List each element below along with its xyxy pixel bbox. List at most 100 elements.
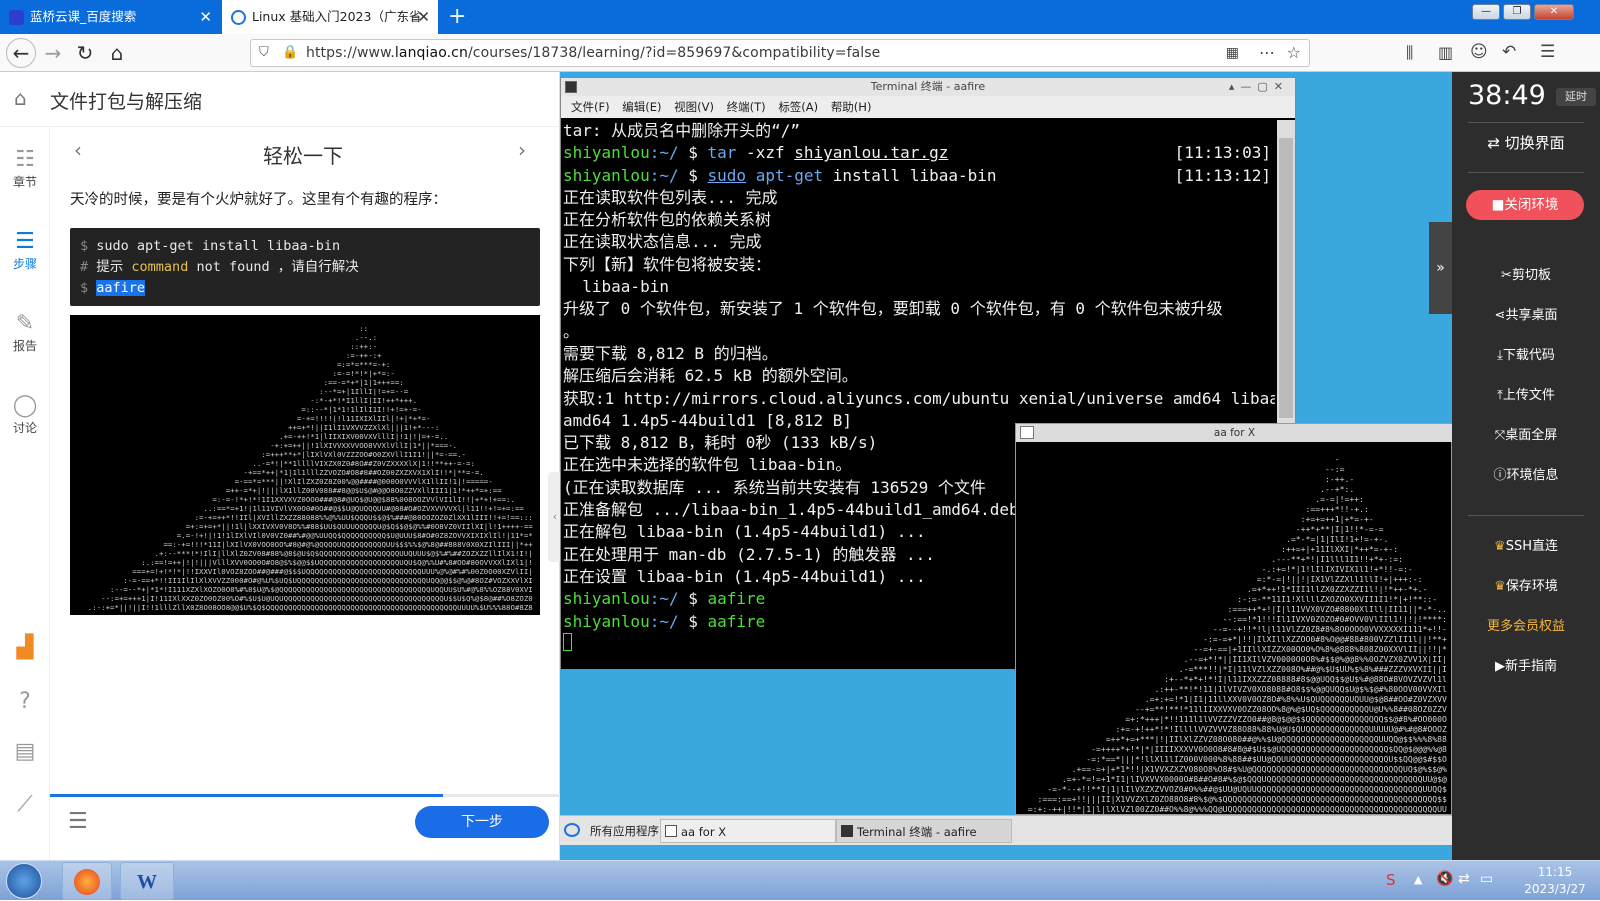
tray-expand-icon[interactable]: ▲ <box>1414 873 1422 886</box>
reload-button[interactable]: ↻ <box>72 40 98 66</box>
document-icon: ▤ <box>14 739 36 764</box>
menu-help[interactable]: 帮助(H) <box>831 100 872 114</box>
step-title: 轻松一下 <box>263 144 343 168</box>
restore-button[interactable]: ❐ <box>1503 4 1531 20</box>
aafire-screenshot-image: :: .--.:::++:-:=-++-:+ =:=*=***=-+::=… <box>70 315 540 615</box>
library-icon[interactable]: ⫼ <box>1406 43 1413 63</box>
more-actions-icon[interactable]: ⋯ <box>1259 43 1275 62</box>
switch-view-button[interactable]: ⇄ 切换界面 <box>1452 128 1600 158</box>
close-icon[interactable]: ✕ <box>199 0 212 34</box>
nav-doc[interactable]: ▤ <box>0 739 50 765</box>
stop-icon: ■ <box>1491 197 1505 213</box>
clipboard-button[interactable]: ✂剪切板 <box>1452 264 1600 283</box>
course-header: ⌂ 文件打包与解压缩 <box>0 72 560 127</box>
course-side-nav: ☷ 章节 ☰ 步骤 ✎ 报告 ◯ 讨论 ▟ ? ▤ ⟋ <box>0 127 50 860</box>
window-controls-icon[interactable]: ▴—▢✕ <box>1229 78 1289 96</box>
tab-lanqiao-course[interactable]: Linux 基础入门2023（广东省 ✕ <box>222 0 438 34</box>
info-icon: ⓘ <box>1493 468 1507 483</box>
code-line: $ sudo apt-get install libaa-bin <box>80 238 341 254</box>
close-window-button[interactable]: ✕ <box>1534 4 1574 20</box>
menu-file[interactable]: 文件(F) <box>571 100 610 114</box>
guide-button[interactable]: ▶新手指南 <box>1452 655 1600 674</box>
lanqiao-cloud-icon <box>231 10 246 25</box>
sidebar-icon[interactable]: ▥ <box>1438 43 1453 62</box>
remote-desktop[interactable]: Terminal 终端 - aafire ▴—▢✕ 文件(F) 编辑(E) 视图… <box>560 72 1453 860</box>
nav-steps[interactable]: ☰ 步骤 <box>0 229 50 272</box>
steps-icon: ☰ <box>15 229 35 254</box>
taskbar-item-aa-for-x[interactable]: aa for X <box>660 819 836 843</box>
system-clock[interactable]: 11:15 2023/3/27 <box>1510 864 1600 898</box>
more-vip-link[interactable]: 更多会员权益 <box>1452 615 1600 634</box>
qr-code-icon[interactable]: ▦ <box>1226 45 1239 61</box>
save-env-button[interactable]: ♛保存环境 <box>1452 575 1600 594</box>
aa-for-x-window[interactable]: aa for X - --:=:-++.- .--+*:. .=-=|!=++… <box>1015 423 1453 815</box>
help-icon: ? <box>19 689 31 714</box>
course-footer: ☰ 下一步 <box>50 797 560 860</box>
share-desktop-button[interactable]: ⋖共享桌面 <box>1452 304 1600 323</box>
divider <box>1468 515 1584 516</box>
menu-terminal[interactable]: 终端(T) <box>727 100 766 114</box>
shield-icon[interactable]: ⛉ <box>259 45 269 60</box>
nav-discuss[interactable]: ◯ 讨论 <box>0 393 50 436</box>
account-icon[interactable]: ☺ <box>1470 42 1488 62</box>
bookmark-star-icon[interactable]: ☆ <box>1287 43 1301 62</box>
browser-tab-bar: 蓝桥云课_百度搜索 ✕ Linux 基础入门2023（广东省 ✕ + — ❐ ✕ <box>0 0 1600 34</box>
xfce-taskbar: 所有应用程序 aa for X Terminal 终端 - aafire <box>560 815 1452 845</box>
delay-button[interactable]: 延时 <box>1556 88 1596 106</box>
course-page: ⌂ 文件打包与解压缩 ☷ 章节 ☰ 步骤 ✎ 报告 ◯ 讨论 ▟ ? ▤ ⟋ ‹ 轻松一… <box>0 72 562 860</box>
nav-chapter[interactable]: ☷ 章节 <box>0 147 50 190</box>
step-bar: ‹ 轻松一下 › <box>68 132 538 172</box>
menu-edit[interactable]: 编辑(E) <box>622 100 661 114</box>
undo-icon[interactable]: ↶ <box>1502 42 1516 62</box>
new-tab-button[interactable]: + <box>448 4 466 29</box>
fullscreen-button[interactable]: ⤧桌面全屏 <box>1452 424 1600 443</box>
step-intro: 天冷的时候，要是有个火炉就好了。这里有个有趣的程序： <box>70 192 447 208</box>
nav-rank[interactable]: ▟ <box>0 635 50 661</box>
menu-icon[interactable]: ☰ <box>1540 42 1555 62</box>
display-icon[interactable]: ▭ <box>1480 871 1493 887</box>
menu-tabs[interactable]: 标签(A) <box>778 100 818 114</box>
x-app-icon <box>1020 426 1034 439</box>
lock-icon[interactable]: 🔒 <box>282 45 298 60</box>
close-env-button[interactable]: ■关闭环境 <box>1466 190 1584 220</box>
expand-panel-button[interactable]: » <box>1429 222 1452 314</box>
list-icon[interactable]: ☰ <box>68 809 88 834</box>
menu-view[interactable]: 视图(V) <box>674 100 714 114</box>
tab-baidu-search[interactable]: 蓝桥云课_百度搜索 ✕ <box>0 0 220 34</box>
minimize-button[interactable]: — <box>1472 4 1500 20</box>
next-step-icon[interactable]: › <box>518 138 526 162</box>
fullscreen-icon: ⤧ <box>1494 428 1506 443</box>
word-taskbar-icon[interactable]: W <box>120 862 174 900</box>
session-timer: 38:49 <box>1468 80 1546 111</box>
all-apps-menu[interactable]: 所有应用程序 <box>562 819 662 843</box>
windows-start-icon[interactable] <box>6 863 42 899</box>
swap-icon: ⇄ <box>1487 134 1505 152</box>
code-line: $ aafire <box>80 280 146 296</box>
nav-report[interactable]: ✎ 报告 <box>0 311 50 354</box>
home-button[interactable]: ⌂ <box>104 40 130 66</box>
network-icon[interactable]: ⇄ <box>1458 871 1470 887</box>
input-method-icon[interactable]: S <box>1386 871 1396 889</box>
next-step-button[interactable]: 下一步 <box>415 806 549 838</box>
share-icon: ⋖ <box>1494 308 1506 323</box>
env-info-button[interactable]: ⓘ环境信息 <box>1452 464 1600 483</box>
upload-file-button[interactable]: ⤒上传文件 <box>1452 384 1600 403</box>
close-icon[interactable]: ✕ <box>417 0 430 34</box>
terminal-menu: 文件(F) 编辑(E) 视图(V) 终端(T) 标签(A) 帮助(H) <box>561 96 1295 118</box>
aa-window-title: aa for X <box>1016 424 1453 442</box>
volume-icon[interactable]: 🔇 <box>1436 871 1453 887</box>
nav-stats[interactable]: ⟋ <box>0 792 50 818</box>
back-button[interactable]: ← <box>6 38 36 68</box>
home-icon[interactable]: ⌂ <box>14 86 27 110</box>
firefox-taskbar-icon[interactable] <box>62 862 112 900</box>
download-code-button[interactable]: ⤓下载代码 <box>1452 344 1600 363</box>
baidu-paw-icon <box>9 10 24 25</box>
browser-nav-bar: ← → ↻ ⌂ ⛉ 🔒 https://www.lanqiao.cn/cours… <box>0 34 1600 72</box>
taskbar-item-terminal[interactable]: Terminal 终端 - aafire <box>836 819 1012 843</box>
forward-button[interactable]: → <box>40 40 66 66</box>
nav-help[interactable]: ? <box>0 689 50 715</box>
aafire-ascii-output: - --:= :-++.- .--+*:. .=-=|!=++::==+++*… <box>1027 454 1447 814</box>
url-bar[interactable]: ⛉ 🔒 https://www.lanqiao.cn/courses/18738… <box>250 39 1310 67</box>
lanqiao-cloud-icon <box>564 823 580 837</box>
ssh-direct-button[interactable]: ♛SSH直连 <box>1452 535 1600 554</box>
